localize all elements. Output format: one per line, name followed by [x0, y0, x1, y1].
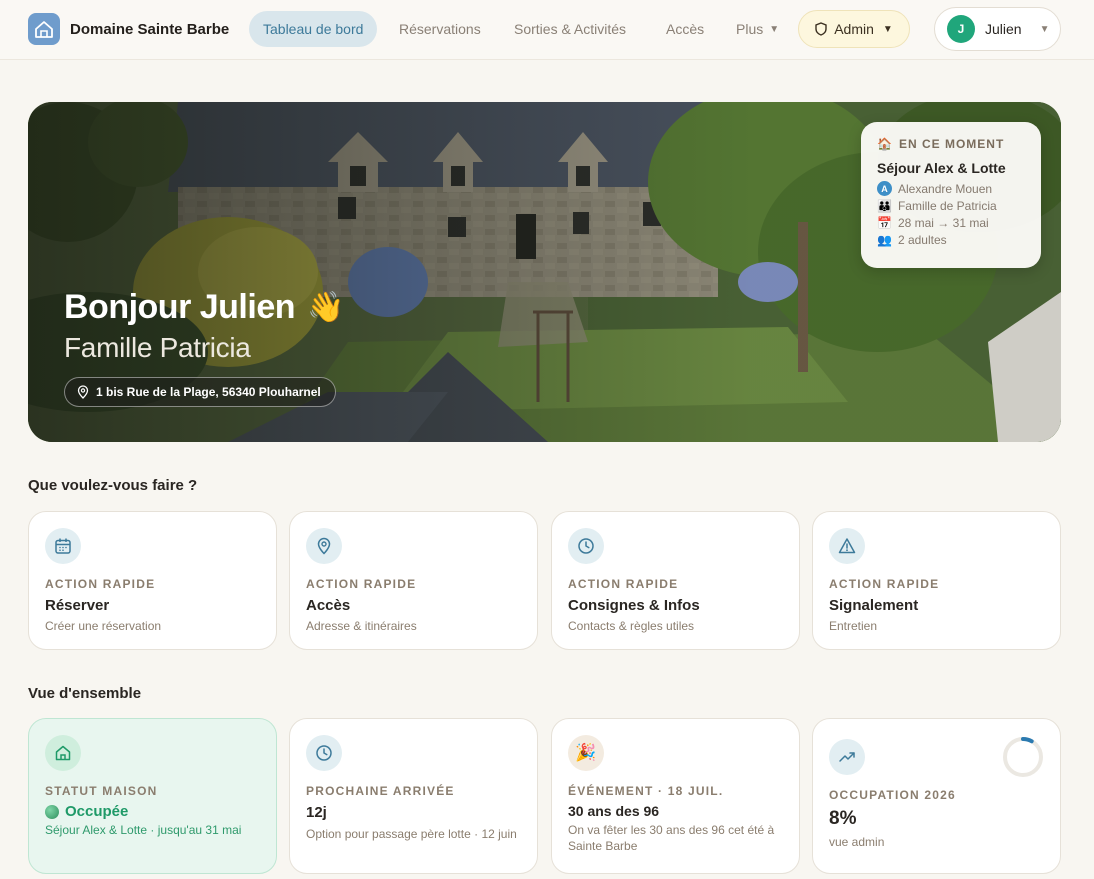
family-icon: 👪 — [877, 199, 892, 213]
nav-plus-menu[interactable]: Plus ▼ — [722, 11, 793, 47]
chevron-down-icon: ▼ — [769, 24, 780, 36]
trending-up-icon — [829, 739, 865, 775]
stay-guests: 👥 2 adultes — [877, 233, 1025, 247]
action-card-signalement[interactable]: ACTION RAPIDE Signalement Entretien — [812, 511, 1061, 650]
house-logo-icon — [28, 13, 60, 45]
admin-label: Admin — [834, 21, 874, 37]
people-icon: 👥 — [877, 233, 892, 247]
family-subtitle: Famille Patricia — [64, 332, 251, 363]
card-title: Accès — [306, 597, 351, 614]
current-stay-label: 🏠 EN CE MOMENT — [877, 137, 1025, 151]
card-kicker: OCCUPATION 2026 — [829, 788, 956, 802]
overview-heading: Vue d'ensemble — [28, 685, 142, 702]
card-kicker: ACTION RAPIDE — [306, 577, 417, 591]
user-name: Julien — [985, 21, 1022, 37]
card-description: Adresse & itinéraires — [306, 619, 417, 633]
current-stay-label-text: EN CE MOMENT — [898, 137, 1005, 151]
stay-family: 👪 Famille de Patricia — [877, 199, 1025, 213]
calendar-icon — [45, 528, 81, 564]
top-navigation: Domaine Sainte Barbe Tableau de bord Rés… — [0, 0, 1094, 60]
address-pill[interactable]: 1 bis Rue de la Plage, 56340 Plouharnel — [64, 377, 336, 407]
house-status-card[interactable]: STATUT MAISON Occupée Séjour Alex & Lott… — [28, 718, 277, 874]
calendar-icon: 📅 — [877, 216, 892, 230]
card-description: vue admin — [829, 835, 885, 849]
admin-menu-button[interactable]: Admin ▼ — [798, 10, 910, 48]
nav-tableau-de-bord[interactable]: Tableau de bord — [249, 11, 378, 47]
card-description: Option pour passage père lotte · 12 juin — [306, 827, 517, 841]
person-initial-icon: A — [877, 181, 892, 196]
greeting-heading: Bonjour Julien 👋 — [64, 288, 344, 327]
chevron-down-icon: ▼ — [1039, 23, 1050, 35]
nav-sorties-activites[interactable]: Sorties & Activités — [500, 11, 640, 47]
card-description: Entretien — [829, 619, 878, 633]
hero-banner: Bonjour Julien 👋 Famille Patricia 1 bis … — [28, 102, 1061, 442]
house-status-text: Occupée — [65, 803, 129, 820]
occupancy-value: 8% — [829, 808, 857, 829]
nav-reservations[interactable]: Réservations — [385, 11, 495, 47]
card-kicker: PROCHAINE ARRIVÉE — [306, 784, 455, 798]
quick-actions-heading: Que voulez-vous faire ? — [28, 477, 198, 494]
address-text: 1 bis Rue de la Plage, 56340 Plouharnel — [96, 385, 321, 399]
card-title: Consignes & Infos — [568, 597, 700, 614]
action-card-consignes[interactable]: ACTION RAPIDE Consignes & Infos Contacts… — [551, 511, 800, 650]
card-description: Séjour Alex & Lotte · jusqu'au 31 mai — [45, 823, 242, 837]
stay-person: A Alexandre Mouen — [877, 181, 1025, 196]
greeting-text: Bonjour Julien — [64, 288, 296, 326]
clock-icon — [568, 528, 604, 564]
stay-family-name: Famille de Patricia — [897, 199, 997, 213]
location-pin-icon — [77, 385, 89, 399]
event-card[interactable]: 🎉 ÉVÉNEMENT · 18 JUIL. 30 ans des 96 On … — [551, 718, 800, 874]
current-stay-card[interactable]: 🏠 EN CE MOMENT Séjour Alex & Lotte A Ale… — [861, 122, 1041, 268]
card-description: Créer une réservation — [45, 619, 162, 633]
card-description: Contacts & règles utiles — [568, 619, 695, 633]
nav-plus-label: Plus — [736, 21, 764, 37]
house-icon: 🏠 — [877, 137, 893, 151]
avatar: J — [947, 15, 975, 43]
house-status-value: Occupée — [45, 803, 128, 820]
event-title: 30 ans des 96 — [568, 803, 660, 819]
next-arrival-card[interactable]: PROCHAINE ARRIVÉE 12j Option pour passag… — [289, 718, 538, 874]
card-description: On va fêter les 30 ans des 96 cet été à … — [568, 823, 775, 853]
warning-icon — [829, 528, 865, 564]
card-title: Signalement — [829, 597, 919, 614]
brand[interactable]: Domaine Sainte Barbe — [28, 13, 229, 45]
card-kicker: ACTION RAPIDE — [829, 577, 940, 591]
nav-acces[interactable]: Accès — [652, 11, 718, 47]
chevron-down-icon: ▼ — [882, 23, 893, 35]
action-card-reserver[interactable]: ACTION RAPIDE Réserver Créer une réserva… — [28, 511, 277, 650]
shield-icon — [815, 22, 827, 36]
card-kicker: STATUT MAISON — [45, 784, 158, 798]
card-kicker: ACTION RAPIDE — [45, 577, 156, 591]
stay-person-name: Alexandre Mouen — [898, 181, 993, 196]
clock-icon — [306, 735, 342, 771]
next-arrival-value: 12j — [306, 804, 327, 821]
stay-dates-text: 28 mai → 31 mai — [897, 216, 989, 230]
waving-hand-icon: 👋 — [307, 291, 344, 324]
party-popper-icon: 🎉 — [568, 735, 604, 771]
status-dot-icon — [45, 804, 59, 819]
action-card-acces[interactable]: ACTION RAPIDE Accès Adresse & itinéraire… — [289, 511, 538, 650]
location-pin-icon — [306, 528, 342, 564]
user-menu-button[interactable]: J Julien ▼ — [934, 7, 1061, 51]
brand-name: Domaine Sainte Barbe — [70, 20, 230, 38]
stay-dates: 📅 28 mai → 31 mai — [877, 216, 1025, 230]
card-title: Réserver — [45, 597, 110, 614]
card-kicker: ÉVÉNEMENT · 18 JUIL. — [568, 784, 724, 798]
card-kicker: ACTION RAPIDE — [568, 577, 679, 591]
current-stay-title: Séjour Alex & Lotte — [877, 160, 1006, 176]
stay-guests-text: 2 adultes — [897, 233, 947, 247]
occupancy-gauge — [1003, 737, 1043, 777]
house-icon — [45, 735, 81, 771]
occupancy-card[interactable]: OCCUPATION 2026 8% vue admin — [812, 718, 1061, 874]
